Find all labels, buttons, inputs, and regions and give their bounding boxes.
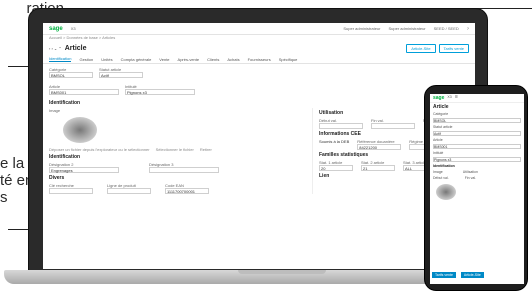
phone-utilisation-label: Utilisation [462,170,478,174]
phone-statut-label: Statut article [433,125,453,129]
debut-val-group: Début val. [319,118,363,129]
phone-product: X3 [447,95,452,99]
phone: sage X3 ☰ Article Catégorie BMSOL Statut… [424,85,528,291]
phone-article-field[interactable]: BMS001 [433,144,521,149]
drop-zone-text[interactable]: Déposer un fichier depuis l'explorateur … [49,147,150,152]
debut-val-field[interactable] [319,123,363,129]
article-fields: Article BMS001 Intitulé Pignons x3 [43,81,475,98]
laptop-notch [238,270,326,274]
tab-gestion[interactable]: Gestion [79,57,93,62]
tab-identification[interactable]: Identification [49,56,72,62]
phone-actions: Tarifs vente Article-Site [430,270,486,280]
intitule-group: Intitulé Pignons x3 [125,84,195,95]
designation-heading: Identification [49,154,81,160]
divers-heading: Divers [49,175,65,181]
stat2-group: Stat. 2 article 21 [361,160,395,171]
tab-bar: Identification Gestion Unités Compta gén… [43,55,475,64]
phone-header: sage X3 ☰ [430,94,524,103]
fin-val-group: Fin val. [371,118,415,129]
ref-douaniere-label: Référence douanière [357,139,395,144]
fin-val-field[interactable] [371,123,415,129]
section-identification: Identification [49,100,81,106]
phone-title: Article [433,104,449,110]
phone-menu-icon[interactable]: ☰ [455,95,458,101]
designation3-group: Désignation 3 [149,162,219,173]
nav-arrows-icon[interactable]: ‹ › ⌄ ⌃ [49,46,62,51]
phone-categorie-field[interactable]: BMSOL [433,118,521,123]
phone-tarifs-button[interactable]: Tarifs vente [432,272,456,278]
laptop: sage X3 Super administrateur Super admin… [4,8,512,286]
content-columns: Image Déposer un fichier depuis l'explor… [43,108,475,194]
product-image [63,117,97,143]
page-title: Article [64,44,87,52]
tab-vente[interactable]: Vente [159,57,169,62]
phone-image-label: Image [433,170,443,174]
phone-product-image [436,184,456,200]
tab-specifique[interactable]: Spécifique [279,57,298,62]
select-file-button[interactable]: Sélectionner le fichier [156,147,194,152]
tab-fournisseurs[interactable]: Fournisseurs [248,57,271,62]
tab-apres-vente[interactable]: Après-vente [178,57,200,62]
soumis-deb-checkbox[interactable]: Soumis à la DEB [319,139,349,150]
intitule-field[interactable]: Pignons x3 [125,89,195,95]
designation2-field[interactable]: Engrenages [49,167,119,173]
categorie-field[interactable]: BMSOL [49,72,93,78]
phone-statut-select[interactable]: Actif [433,131,521,136]
tab-clients[interactable]: Clients [207,57,219,62]
laptop-lid: sage X3 Super administrateur Super admin… [28,8,488,276]
ref-douaniere-group: Référence douanière 84221200 [357,139,402,150]
cle-recherche-field[interactable] [49,188,93,194]
ligne-produit-group: Ligne de produit [107,183,151,194]
phone-intitule-label: Intitulé [433,151,444,155]
statut-select[interactable]: Actif [99,72,143,78]
laptop-screen: sage X3 Super administrateur Super admin… [43,23,475,269]
article-field[interactable]: BMS001 [49,89,119,95]
title-row: ‹ › ⌄ ⌃ Article Article-Site Tarifs vent… [43,41,475,55]
folder-menu[interactable]: SEED / SEED [434,26,459,31]
delete-image-button[interactable]: Retirer [200,147,212,152]
tab-compta[interactable]: Compta générale [121,57,152,62]
ligne-produit-field[interactable] [107,188,151,194]
ref-douaniere-field[interactable]: 84221200 [357,144,402,150]
code-ean-field[interactable]: 1111700700001 [165,188,209,194]
app-header: sage X3 Super administrateur Super admin… [43,23,475,35]
tab-achats[interactable]: Achats [227,57,239,62]
header-fields: Catégorie BMSOL Statut article Actif [43,64,475,81]
stat1-field[interactable]: 20 [319,165,353,171]
phone-intitule-field[interactable]: Pignons x3 [433,157,521,162]
image-label: Image [49,108,61,113]
phone-article-site-button[interactable]: Article-Site [460,272,484,278]
sage-logo: sage [49,25,63,32]
stat2-field[interactable]: 21 [361,165,395,171]
phone-sage-logo: sage [433,95,445,101]
cle-recherche-group: Clé recherche [49,183,93,194]
user-menu[interactable]: Super administrateur [343,26,380,31]
left-column: Image Déposer un fichier depuis l'explor… [43,108,313,194]
designation3-field[interactable] [149,167,219,173]
article-group: Article BMS001 [49,84,119,95]
phone-debut-val: Début val. [433,176,449,180]
tarifs-vente-button[interactable]: Tarifs vente [438,43,469,53]
phone-row-dates: Début val. Fin val. [430,175,524,181]
categorie-group: Catégorie BMSOL [49,67,93,78]
code-ean-group: Code EAN 1111700700001 [165,183,209,194]
statut-group: Statut article Actif [99,67,143,78]
product-name: X3 [70,26,76,31]
role-menu[interactable]: Super administrateur [389,26,426,31]
stat1-group: Stat. 1 article 20 [319,160,353,171]
phone-categorie-label: Catégorie [433,112,449,116]
phone-fin-val: Fin val. [464,176,477,180]
help-icon[interactable]: ? [467,26,469,31]
tab-unites[interactable]: Unités [101,57,112,62]
article-site-button[interactable]: Article-Site [406,43,436,53]
phone-article-label: Article [433,138,443,142]
designation2-group: Désignation 2 Engrenages [49,162,119,173]
phone-screen: sage X3 ☰ Article Catégorie BMSOL Statut… [430,94,524,284]
